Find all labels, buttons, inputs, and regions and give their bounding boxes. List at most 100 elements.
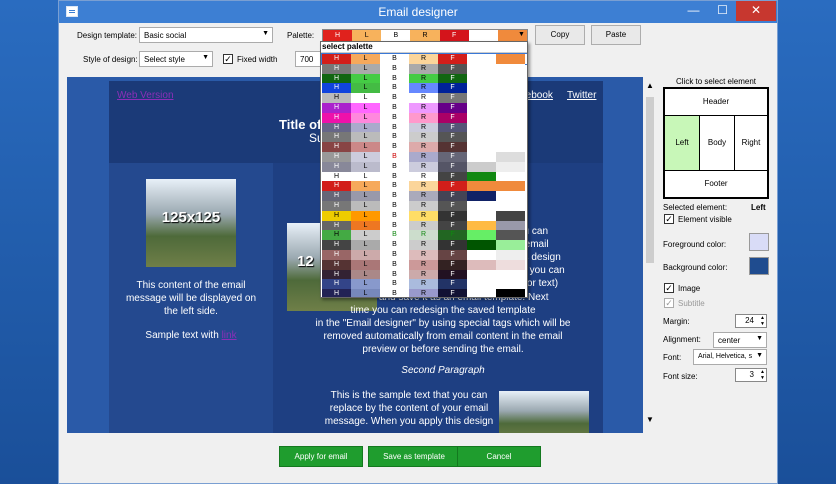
web-version-link[interactable]: Web Version [117, 90, 174, 101]
element-visible-checkbox[interactable]: ✓ [664, 214, 674, 224]
palette-option-swatch: R [409, 250, 438, 260]
palette-option-swatch: R [409, 161, 438, 172]
palette-option-swatch [467, 191, 496, 202]
apply-for-email-button[interactable]: Apply for email [279, 446, 363, 467]
palette-option[interactable]: HLBRF [322, 191, 527, 202]
palette-option[interactable]: HLBRF [322, 269, 527, 280]
chevron-down-icon[interactable]: ▼ [646, 415, 654, 424]
scroll-thumb[interactable] [646, 97, 654, 263]
layout-left-cell[interactable]: Left [664, 115, 700, 171]
paste-button[interactable]: Paste [591, 25, 641, 45]
maximize-icon[interactable]: ☐ [709, 1, 736, 21]
palette-option-swatch: B [380, 220, 409, 231]
palette-option[interactable]: HLBRF [322, 220, 527, 231]
palette-option-swatch: H [322, 132, 351, 143]
palette-option-swatch: L [351, 269, 380, 280]
palette-option[interactable]: HLBRF [322, 152, 527, 162]
palette-option[interactable]: HLBRF [322, 103, 527, 113]
palette-option-swatch [496, 279, 525, 290]
palette-option[interactable]: HLBRF [322, 63, 527, 74]
palette-option[interactable]: HLBRF [322, 289, 527, 297]
foreground-color-swatch[interactable] [749, 233, 769, 251]
palette-option[interactable]: HLBRF [322, 279, 527, 290]
title-bar[interactable]: Email designer — ☐ ✕ [59, 1, 777, 23]
margin-stepper[interactable]: 24 ▲ ▼ [735, 314, 767, 328]
email-title: Title of [279, 117, 322, 132]
background-color-swatch[interactable] [749, 257, 769, 275]
subtitle-checkbox[interactable]: ✓ [664, 298, 674, 308]
image-checkbox[interactable]: ✓ [664, 283, 674, 293]
palette-option-swatch: B [380, 112, 409, 123]
palette-option[interactable]: HLBRF [322, 240, 527, 251]
palette-option[interactable]: HLBRF [322, 142, 527, 153]
palette-option-swatch: H [322, 112, 351, 123]
design-template-select[interactable]: Basic social ▼ [139, 27, 273, 43]
copy-button[interactable]: Copy [535, 25, 585, 45]
alignment-select[interactable]: center ▼ [713, 332, 767, 348]
palette-option[interactable]: HLBRF [322, 181, 527, 192]
font-select[interactable]: Arial, Helvetica, s ▼ [693, 349, 767, 365]
palette-option[interactable]: HLBRF [322, 171, 527, 182]
preview-scrollbar[interactable]: ▲ ▼ [643, 77, 657, 433]
palette-option-swatch [496, 83, 525, 94]
palette-option[interactable]: HLBRF [322, 161, 527, 172]
stepper-arrows-icon[interactable]: ▲ ▼ [760, 369, 765, 381]
design-template-label: Design template: [77, 31, 138, 40]
style-select[interactable]: Select style ▼ [139, 51, 213, 67]
palette-option[interactable]: HLBRF [322, 259, 527, 270]
palette-option-swatch: F [438, 201, 467, 211]
email-designer-window: Email designer — ☐ ✕ Design template: Ba… [58, 0, 778, 484]
palette-option[interactable]: HLBRF [322, 83, 527, 94]
palette-option-swatch [467, 161, 496, 172]
minimize-icon[interactable]: — [680, 1, 707, 21]
font-size-stepper[interactable]: 3 ▲ ▼ [735, 368, 767, 382]
stepper-arrows-icon[interactable]: ▲ ▼ [760, 315, 765, 327]
palette-option-swatch: R [409, 279, 438, 290]
chevron-up-icon[interactable]: ▲ [646, 81, 654, 90]
layout-right-cell[interactable]: Right [734, 115, 768, 171]
palette-option-swatch: H [322, 230, 351, 241]
palette-option-swatch: L [351, 142, 380, 153]
palette-option-swatch [467, 103, 496, 113]
margin-value: 24 [745, 316, 754, 325]
palette-option[interactable]: HLBRF [321, 53, 527, 65]
palette-option-swatch: B [380, 240, 409, 251]
palette-option-swatch [496, 289, 525, 297]
layout-body-cell[interactable]: Body [699, 115, 735, 171]
palette-option-swatch: R [409, 230, 438, 241]
bottom-text-line: message. When you apply this design [324, 416, 494, 427]
palette-option-swatch [467, 122, 496, 133]
palette-option[interactable]: HLBRF [322, 201, 527, 211]
layout-header-cell[interactable]: Header [664, 88, 768, 116]
twitter-link[interactable]: Twitter [567, 90, 596, 101]
save-as-template-button[interactable]: Save as template [368, 446, 460, 467]
palette-option-swatch: H [322, 210, 351, 221]
chevron-down-icon[interactable]: ▼ [518, 31, 525, 38]
fixed-width-checkbox[interactable]: ✓ [223, 54, 233, 64]
palette-option-swatch: R [409, 220, 438, 231]
palette-option[interactable]: HLBRF [322, 210, 527, 221]
palette-option-swatch [467, 269, 496, 280]
palette-option[interactable]: HLBRF [322, 250, 527, 260]
palette-option-swatch [496, 171, 525, 182]
close-icon[interactable]: ✕ [736, 1, 776, 21]
left-column[interactable]: 125x125 This content of the email messag… [109, 163, 273, 433]
sample-link[interactable]: link [222, 330, 237, 341]
palette-option-swatch [467, 63, 496, 74]
palette-option-swatch [467, 289, 496, 297]
palette-option[interactable]: HLBRF [322, 93, 527, 104]
palette-option[interactable]: HLBRF [322, 230, 527, 241]
palette-option[interactable]: HLBRF [322, 132, 527, 143]
layout-footer-cell[interactable]: Footer [664, 170, 768, 198]
palette-option-swatch: F [438, 122, 467, 133]
chevron-down-icon: ▼ [756, 352, 763, 359]
palette-option-swatch: R [409, 63, 438, 74]
palette-option-swatch: R [409, 191, 438, 202]
palette-option[interactable]: HLBRF [322, 112, 527, 123]
cancel-button[interactable]: Cancel [457, 446, 541, 467]
palette-option-swatch: R [409, 112, 438, 123]
palette-option[interactable]: HLBRF [322, 73, 527, 84]
palette-option-swatch: R [409, 132, 438, 143]
palette-option[interactable]: HLBRF [322, 122, 527, 133]
palette-option-swatch: R [409, 259, 438, 270]
